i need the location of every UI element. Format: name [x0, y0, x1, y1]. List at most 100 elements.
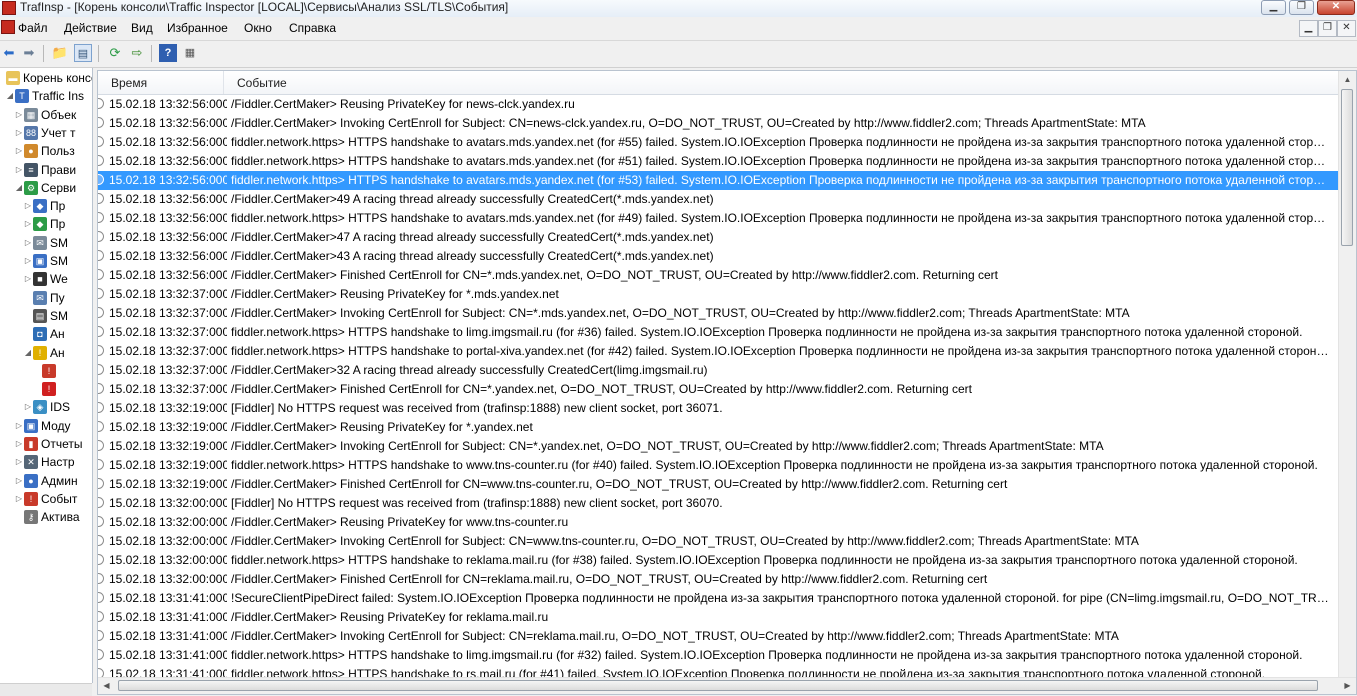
tree-item[interactable]: ▷ ✉ SM [23, 234, 68, 252]
table-row[interactable]: 15.02.18 13:32:00:000/Fiddler.CertMaker>… [98, 570, 1338, 589]
tree-expander-icon[interactable]: ◢ [5, 87, 15, 105]
vertical-scroll-thumb[interactable] [1341, 89, 1353, 246]
table-row[interactable]: 15.02.18 13:32:37:000 fiddler.network.htt… [98, 342, 1338, 361]
tree-expander-icon[interactable]: ▷ [23, 270, 33, 288]
scroll-right-icon[interactable]: ▶ [1339, 678, 1356, 694]
menu-window[interactable]: Окно [244, 17, 272, 39]
scroll-up-icon[interactable]: ▲ [1339, 71, 1356, 88]
tree-item[interactable]: ▷ ● Админ [14, 472, 78, 490]
table-row[interactable]: 15.02.18 13:32:56:000/Fiddler.CertMaker>… [98, 228, 1338, 247]
minimize-button[interactable]: ▁ [1261, 0, 1286, 15]
tree-item[interactable]: ▷ 88 Учет т [14, 124, 75, 142]
table-row[interactable]: 15.02.18 13:32:37:000/Fiddler.CertMaker>… [98, 304, 1338, 323]
table-row[interactable]: 15.02.18 13:32:37:000/Fiddler.CertMaker>… [98, 380, 1338, 399]
tree-item[interactable]: ▷ ≡ Прави [14, 161, 76, 179]
table-row[interactable]: 15.02.18 13:32:19:000/Fiddler.CertMaker>… [98, 437, 1338, 456]
show-hide-tree-icon[interactable]: ▤ [74, 44, 92, 62]
column-header-time[interactable]: Время [98, 71, 224, 94]
tree-item[interactable]: ▷! Событ [14, 490, 77, 508]
menu-file[interactable]: Файл [18, 17, 48, 39]
tree-expander-icon[interactable]: ▷ [23, 252, 33, 270]
child-window-icon[interactable] [1, 20, 15, 34]
tree-item[interactable]: ! [32, 380, 59, 398]
tree-expander-icon[interactable]: ▷ [23, 197, 33, 215]
tree-item[interactable]: ! [32, 362, 59, 380]
tree-item[interactable]: ▷ ▣ SM [23, 252, 68, 270]
mdi-close-button[interactable]: ✕ [1337, 20, 1356, 37]
tree-item[interactable]: ▷ ◆ Пр [23, 197, 65, 215]
table-row[interactable]: 15.02.18 13:32:19:000 fiddler.network.htt… [98, 456, 1338, 475]
refresh-icon[interactable]: ⟳ [106, 44, 124, 62]
mdi-minimize-button[interactable]: ▁ [1299, 20, 1318, 37]
table-row[interactable]: 15.02.18 13:32:56:000 fiddler.network.htt… [98, 171, 1338, 190]
table-row[interactable]: 15.02.18 13:32:56:000 fiddler.network.htt… [98, 133, 1338, 152]
tree-expander-icon[interactable]: ▷ [23, 398, 33, 416]
app-icon[interactable] [2, 1, 16, 15]
horizontal-scrollbar[interactable]: ◀ ▶ [98, 677, 1356, 694]
tree-item[interactable]: ▷ ◆ Пр [23, 215, 65, 233]
table-row[interactable]: 15.02.18 13:32:37:000/Fiddler.CertMaker>… [98, 361, 1338, 380]
tree-item[interactable]: ▷ ▦ Объек [14, 106, 76, 124]
mdi-restore-button[interactable]: ❐ [1318, 20, 1337, 37]
tree-expander-icon[interactable]: ▷ [14, 490, 24, 508]
table-row[interactable]: 15.02.18 13:32:19:000/Fiddler.CertMaker>… [98, 418, 1338, 437]
forward-icon[interactable]: ➡ [20, 44, 38, 62]
tree-item[interactable]: ◘ Ан [23, 325, 65, 343]
tree-expander-icon[interactable]: ▷ [14, 435, 24, 453]
table-row[interactable]: 15.02.18 13:32:00:000/Fiddler.CertMaker>… [98, 532, 1338, 551]
table-row[interactable]: 15.02.18 13:31:41:000 fiddler.network.htt… [98, 646, 1338, 665]
tree-expander-icon[interactable]: ▷ [14, 106, 24, 124]
menu-action[interactable]: Действие [64, 17, 117, 39]
table-row[interactable]: 15.02.18 13:32:56:000 fiddler.network.htt… [98, 209, 1338, 228]
table-row[interactable]: 15.02.18 13:32:19:000/Fiddler.CertMaker>… [98, 475, 1338, 494]
tree-expander-icon[interactable]: ▷ [14, 124, 24, 142]
tree-expander-icon[interactable]: ▷ [23, 215, 33, 233]
tree-expander-icon[interactable]: ▷ [14, 142, 24, 160]
scroll-left-icon[interactable]: ◀ [98, 678, 115, 694]
table-row[interactable]: 15.02.18 13:32:56:000/Fiddler.CertMaker>… [98, 266, 1338, 285]
tree-item[interactable]: ▷ ◈ IDS [23, 398, 70, 416]
tree-horizontal-scrollbar[interactable] [0, 683, 92, 696]
menu-favorites[interactable]: Избранное [167, 17, 228, 39]
tree-item[interactable]: ▬ Корень консо [0, 69, 92, 87]
tree-item[interactable]: ⚷ Актива [14, 508, 80, 526]
tree-item[interactable]: ▤ SM [23, 307, 68, 325]
tree-expander-icon[interactable]: ▷ [14, 453, 24, 471]
table-row[interactable]: 15.02.18 13:31:41:000 !SecureClientPipeDi… [98, 589, 1338, 608]
help-icon[interactable]: ? [159, 44, 177, 62]
tree-expander-icon[interactable]: ▷ [14, 472, 24, 490]
table-row[interactable]: 15.02.18 13:31:41:000/Fiddler.CertMaker>… [98, 608, 1338, 627]
tree-item[interactable]: ◢ ⚙ Серви [14, 179, 76, 197]
table-row[interactable]: 15.02.18 13:32:00:000 [Fiddler] No HTTPS … [98, 494, 1338, 513]
table-row[interactable]: 15.02.18 13:32:37:000 fiddler.network.htt… [98, 323, 1338, 342]
table-row[interactable]: 15.02.18 13:32:00:000/Fiddler.CertMaker>… [98, 513, 1338, 532]
tree-item[interactable]: ▷ ■ We [23, 270, 68, 288]
table-row[interactable]: 15.02.18 13:31:41:000/Fiddler.CertMaker>… [98, 627, 1338, 646]
vertical-scrollbar[interactable]: ▲ [1338, 71, 1356, 678]
horizontal-scroll-thumb[interactable] [118, 680, 1318, 691]
table-row[interactable]: 15.02.18 13:32:00:000 fiddler.network.htt… [98, 551, 1338, 570]
tree-expander-icon[interactable]: ▷ [14, 417, 24, 435]
tree-item[interactable]: ▷ ✕ Настр [14, 453, 75, 471]
menu-view[interactable]: Вид [131, 17, 153, 39]
table-row[interactable]: 15.02.18 13:32:56:000/Fiddler.CertMaker>… [98, 247, 1338, 266]
tree-expander-icon[interactable]: ▷ [23, 234, 33, 252]
menu-help[interactable]: Справка [289, 17, 336, 39]
tree-item[interactable]: ✉ Пу [23, 289, 65, 307]
table-row[interactable]: 15.02.18 13:32:19:000 [Fiddler] No HTTPS … [98, 399, 1338, 418]
tree-item[interactable]: ▷ ▮ Отчеты [14, 435, 82, 453]
tree-item[interactable]: ◢! Ан [23, 344, 65, 362]
tree-expander-icon[interactable]: ◢ [14, 179, 24, 197]
column-header-event[interactable]: Событие [224, 71, 1338, 94]
export-icon[interactable]: ⇨ [128, 44, 146, 62]
up-folder-icon[interactable]: 📁 [51, 44, 69, 62]
tree-expander-icon[interactable]: ▷ [14, 161, 24, 179]
close-button[interactable]: ✕ [1317, 0, 1355, 15]
table-row[interactable]: 15.02.18 13:32:56:000/Fiddler.CertMaker>… [98, 95, 1338, 114]
back-icon[interactable]: ⬅ [0, 44, 18, 62]
maximize-button[interactable]: ❐ [1289, 0, 1314, 15]
table-row[interactable]: 15.02.18 13:32:56:000 fiddler.network.htt… [98, 152, 1338, 171]
tree-item[interactable]: ▷ ▣ Моду [14, 417, 71, 435]
table-row[interactable]: 15.02.18 13:32:37:000/Fiddler.CertMaker>… [98, 285, 1338, 304]
tree-item[interactable]: ◢ T Traffic Ins [5, 87, 84, 105]
